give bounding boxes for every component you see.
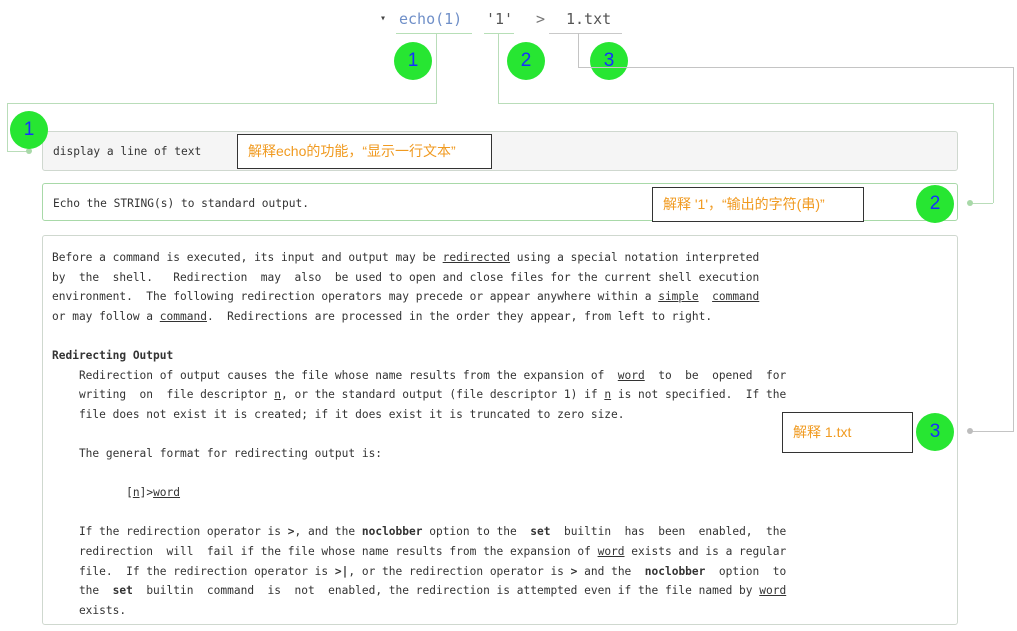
format-text: ]> bbox=[139, 486, 154, 500]
redirect-text: by the shell. Redirection may also be us… bbox=[52, 270, 760, 284]
badge-2-side: 2 bbox=[916, 185, 954, 223]
argument-description: Echo the STRING(s) to standard output. bbox=[53, 197, 309, 210]
link-word[interactable]: word bbox=[153, 486, 180, 499]
term-operator: > bbox=[287, 525, 295, 539]
redirect-text: option to bbox=[705, 564, 787, 578]
term-set: set bbox=[530, 525, 551, 539]
collapse-triangle-icon[interactable]: ▾ bbox=[380, 8, 386, 30]
connector-3-vertical bbox=[578, 33, 579, 67]
connector-2-horizontal bbox=[498, 103, 993, 104]
redirect-text: option to the bbox=[422, 525, 531, 539]
command-argument-underline bbox=[484, 33, 514, 34]
redirect-text: If the redirection operator is bbox=[52, 525, 288, 539]
term-operator: >| bbox=[334, 564, 349, 578]
command-name[interactable]: echo(1) bbox=[399, 8, 462, 30]
redirect-text: to be opened for bbox=[644, 368, 787, 382]
badge-3-side: 3 bbox=[916, 413, 954, 451]
redirect-text bbox=[699, 290, 712, 303]
connector-3-right bbox=[1013, 67, 1014, 431]
connector-2-vertical bbox=[498, 33, 499, 103]
echo-description: display a line of text bbox=[53, 145, 202, 158]
redirect-text: builtin has been enabled, the bbox=[550, 525, 787, 539]
redirect-text: environment. The following redirection o… bbox=[52, 290, 659, 304]
connector-3-dot bbox=[967, 428, 973, 434]
redirect-target-file[interactable]: 1.txt bbox=[566, 8, 611, 30]
link-command[interactable]: command bbox=[712, 290, 759, 303]
connector-2-into-box bbox=[970, 203, 993, 204]
redirect-text: using a special notation interpreted bbox=[510, 251, 760, 264]
redirect-text: exists. bbox=[52, 603, 127, 617]
annotation-argument: 解释 '1'，“输出的字符(串)” bbox=[652, 187, 864, 222]
link-simple[interactable]: simple bbox=[658, 290, 698, 303]
redirect-text: The general format for redirecting outpu… bbox=[52, 446, 383, 460]
connector-1-left bbox=[7, 103, 8, 151]
redirect-text: Redirection of output causes the file wh… bbox=[52, 368, 618, 382]
redirect-text: or may follow a bbox=[52, 309, 160, 323]
badge-1-top: 1 bbox=[394, 42, 432, 80]
connector-3-into-box bbox=[970, 431, 1014, 432]
connector-3-horizontal bbox=[578, 67, 1014, 68]
redirect-text: file. If the redirection operator is bbox=[52, 564, 335, 578]
command-name-underline bbox=[396, 33, 472, 34]
redirect-text: and the bbox=[577, 564, 645, 578]
redirect-text: writing on file descriptor bbox=[52, 388, 275, 402]
command-argument[interactable]: '1' bbox=[486, 8, 513, 30]
badge-1-side: 1 bbox=[10, 111, 48, 149]
link-word[interactable]: word bbox=[618, 369, 645, 382]
redirect-text: redirection will fail if the file whose … bbox=[52, 544, 598, 558]
redirect-text: builtin command is not enabled, the redi… bbox=[132, 584, 760, 598]
link-redirected[interactable]: redirected bbox=[443, 251, 510, 264]
term-n: n bbox=[132, 486, 140, 500]
echo-description-box: display a line of text bbox=[42, 131, 958, 171]
redirect-text: the bbox=[52, 584, 113, 598]
term-set: set bbox=[112, 584, 133, 598]
redirect-underline bbox=[549, 33, 622, 34]
badge-2-top: 2 bbox=[507, 42, 545, 80]
redirect-text: is not specified. If the bbox=[611, 388, 787, 402]
redirect-text: , and the bbox=[294, 525, 362, 539]
badge-3-top: 3 bbox=[590, 42, 628, 80]
term-noclobber: noclobber bbox=[361, 525, 423, 539]
annotation-file: 解释 1.txt bbox=[782, 412, 913, 453]
redirect-text: Before a command is executed, its input … bbox=[52, 251, 443, 264]
redirect-text: , or the standard output (file descripto… bbox=[281, 388, 605, 402]
redirect-text: file does not exist it is created; if it… bbox=[52, 407, 625, 421]
redirect-text: exists and is a regular bbox=[624, 544, 787, 558]
term-noclobber: noclobber bbox=[644, 564, 706, 578]
redirect-text: . Redirections are processed in the orde… bbox=[206, 309, 713, 323]
redirect-text: , or the redirection operator is bbox=[348, 564, 571, 578]
annotation-echo: 解释echo的功能，“显示一行文本” bbox=[237, 134, 492, 169]
redirect-operator[interactable]: > bbox=[536, 8, 545, 30]
link-word[interactable]: word bbox=[598, 545, 625, 558]
connector-2-dot bbox=[967, 200, 973, 206]
connector-1-horizontal bbox=[7, 103, 437, 104]
connector-1-vertical bbox=[436, 33, 437, 103]
connector-2-right bbox=[993, 103, 994, 203]
link-word[interactable]: word bbox=[759, 584, 786, 597]
section-heading: Redirecting Output bbox=[52, 348, 174, 362]
link-command[interactable]: command bbox=[160, 310, 207, 323]
format-text: [ bbox=[52, 486, 133, 500]
